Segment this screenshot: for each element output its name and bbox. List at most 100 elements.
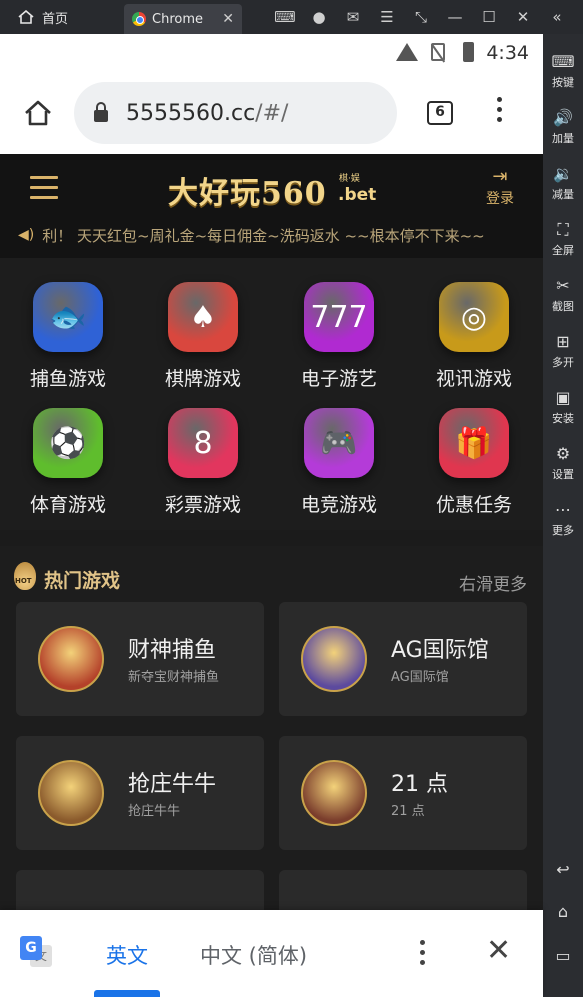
category-fish-game[interactable]: 🐟 捕鱼游戏 xyxy=(18,282,118,391)
category-label: 彩票游戏 xyxy=(164,494,241,516)
sidebar-button-fullscreen[interactable]: ⛶ 全屏 xyxy=(543,220,583,258)
translate-options-icon[interactable] xyxy=(418,940,426,970)
volume-down-icon: 🔉 xyxy=(553,164,573,183)
battery-icon xyxy=(463,42,474,62)
hot-flame-icon: HOT xyxy=(14,562,36,590)
hot-game-card[interactable]: 抢庄牛牛 抢庄牛牛 xyxy=(16,736,264,850)
game-category-grid: 🐟 捕鱼游戏 ♠ 棋牌游戏 777 电子游艺 ◎ 视讯游戏 ⚽ 体育游戏 8 彩票游戏 🎮 电竞游戏 🎁 优惠… xyxy=(0,258,543,530)
sidebar-button-multi[interactable]: ⊞ 多开 xyxy=(543,332,583,370)
speaker-icon: ◀) xyxy=(18,227,35,243)
collapse-sidebar-icon[interactable]: « xyxy=(540,8,574,26)
browser-menu-icon[interactable] xyxy=(494,97,504,127)
marquee-text: 利！ 天天红包~周礼金~每日佣金~洗码返水 ~~根本停不下来~~ xyxy=(42,226,485,245)
logo-suffix: .bet xyxy=(338,185,377,205)
game-description: AG国际馆 xyxy=(391,670,449,685)
category-lottery-ball[interactable]: 8 彩票游戏 xyxy=(153,408,253,517)
home-tab-label: 首页 xyxy=(42,11,69,27)
apk-install-icon: ▣ xyxy=(555,388,571,407)
hot-games-title: 热门游戏 xyxy=(44,570,121,592)
maximize-icon[interactable]: ☐ xyxy=(472,8,506,26)
hot-game-card[interactable] xyxy=(16,870,264,910)
translate-bar: 文G 英文 中文 (简体) ✕ xyxy=(0,910,543,997)
category-gamepad[interactable]: 🎮 电竞游戏 xyxy=(289,408,389,517)
chrome-tab[interactable]: Chrome ✕ xyxy=(124,4,242,34)
minimize-icon[interactable]: — xyxy=(438,8,472,26)
gift-icon: 🎁 xyxy=(439,408,509,478)
game-name: 抢庄牛牛 xyxy=(128,772,217,797)
close-window-icon[interactable]: ✕ xyxy=(506,8,540,26)
status-time: 4:34 xyxy=(486,42,529,64)
game-name: AG国际馆 xyxy=(391,638,489,663)
game-name: 财神捕鱼 xyxy=(128,638,217,663)
game-description: 新夺宝财神捕鱼 xyxy=(128,670,220,685)
tab-switcher-button[interactable]: 6 xyxy=(427,101,453,125)
close-tab-icon[interactable]: ✕ xyxy=(222,11,234,27)
scissors-icon: ✂ xyxy=(556,276,570,295)
lock-icon xyxy=(94,102,108,122)
login-button[interactable]: ⇥ 登录 xyxy=(480,166,520,208)
fullscreen-icon: ⛶ xyxy=(557,220,569,239)
sidebar-button-volume-up[interactable]: 🔊 加量 xyxy=(543,108,583,146)
category-card-game[interactable]: ♠ 棋牌游戏 xyxy=(153,282,253,391)
android-status-bar: 4:34 xyxy=(0,34,543,72)
game-thumbnail xyxy=(38,760,104,826)
sidebar-button-screenshot[interactable]: ✂ 截图 xyxy=(543,276,583,314)
swipe-more-link[interactable]: 右滑更多 xyxy=(459,570,527,595)
menu-icon[interactable]: ☰ xyxy=(370,8,404,26)
category-label: 捕鱼游戏 xyxy=(29,368,106,390)
settings-icon: ⚙ xyxy=(555,444,571,463)
site-logo[interactable]: 大好玩560 xyxy=(168,168,327,212)
address-bar[interactable]: 5555560.cc/#/ xyxy=(74,82,397,144)
logo-badge: 棋·娱 xyxy=(339,174,360,184)
emulator-sidebar: ⌨ 按键 🔊 加量 🔉 减量 ⛶ 全屏 ✂ 截图 ⊞ 多开 ▣ 安装 ⚙ 设置 ⋯ 更多 ↩ ⌂ … xyxy=(543,34,583,997)
restore-icon[interactable]: ⤡ xyxy=(404,8,438,26)
site-header: 大好玩560 棋·娱 .bet ⇥ 登录 ◀) 利！ 天天红包~周礼金~每日佣金… xyxy=(0,154,543,258)
back-button[interactable]: ↩ xyxy=(543,860,583,882)
hot-games-section: HOT 热门游戏 右滑更多 财神捕鱼 新夺宝财神捕鱼 AG国际馆 AG国际馆 抢庄牛牛抢… xyxy=(0,546,543,910)
home-icon xyxy=(18,10,34,24)
sidebar-button-volume-down[interactable]: 🔉 减量 xyxy=(543,164,583,202)
sidebar-button-more[interactable]: ⋯ 更多 xyxy=(543,500,583,538)
selected-tab-indicator xyxy=(94,990,160,997)
game-description: 21 点 xyxy=(391,804,425,819)
sidebar-button-settings[interactable]: ⚙ 设置 xyxy=(543,444,583,482)
emulator-title-bar: 首页 Chrome ✕ ⌨ ● ✉ ☰ ⤡ — ☐ ✕ « xyxy=(0,0,583,34)
account-icon[interactable]: ● xyxy=(302,8,336,26)
source-language-tab[interactable]: 英文 xyxy=(106,940,148,970)
lottery-ball-icon: 8 xyxy=(168,408,238,478)
gamepad-icon[interactable]: ⌨ xyxy=(268,8,302,26)
login-icon: ⇥ xyxy=(492,166,508,187)
target-language-tab[interactable]: 中文 (简体) xyxy=(200,940,307,970)
more-icon: ⋯ xyxy=(555,500,571,519)
browser-home-icon[interactable] xyxy=(24,100,52,126)
category-slot-machine[interactable]: 777 电子游艺 xyxy=(289,282,389,391)
home-button[interactable]: ⌂ xyxy=(543,902,583,924)
android-home-icon: ⌂ xyxy=(557,902,569,921)
home-tab[interactable]: 首页 xyxy=(0,0,124,34)
category-roulette[interactable]: ◎ 视讯游戏 xyxy=(424,282,524,391)
url-text[interactable]: 5555560.cc/#/ xyxy=(126,101,288,126)
card-game-icon: ♠ xyxy=(168,282,238,352)
hot-game-card[interactable]: AG国际馆 AG国际馆 xyxy=(279,602,527,716)
game-thumbnail xyxy=(301,760,367,826)
category-soccer-ball[interactable]: ⚽ 体育游戏 xyxy=(18,408,118,517)
hot-game-card[interactable]: 财神捕鱼新夺宝财神捕鱼 xyxy=(16,602,264,716)
hamburger-menu-icon[interactable] xyxy=(30,176,58,206)
sidebar-button-install[interactable]: ▣ 安装 xyxy=(543,388,583,426)
category-label: 电子游艺 xyxy=(300,368,377,390)
close-translate-icon[interactable]: ✕ xyxy=(486,936,511,966)
hot-game-card[interactable] xyxy=(279,870,527,910)
category-gift[interactable]: 🎁 优惠任务 xyxy=(424,408,524,517)
no-sim-icon xyxy=(431,43,445,61)
game-thumbnail xyxy=(38,626,104,692)
announcement-marquee[interactable]: ◀) 利！ 天天红包~周礼金~每日佣金~洗码返水 ~~根本停不下来~~ xyxy=(18,222,528,248)
recents-icon: ▭ xyxy=(555,946,571,965)
recents-button[interactable]: ▭ xyxy=(543,946,583,968)
google-translate-icon: 文G xyxy=(20,936,52,968)
mail-icon[interactable]: ✉ xyxy=(336,8,370,26)
game-description: 抢庄牛牛 xyxy=(128,804,181,819)
chrome-toolbar: 5555560.cc/#/ 6 xyxy=(0,72,543,154)
sidebar-button-keys[interactable]: ⌨ 按键 xyxy=(543,52,583,90)
hot-game-card[interactable]: 21 点 21 点 xyxy=(279,736,527,850)
category-label: 电竞游戏 xyxy=(300,494,377,516)
